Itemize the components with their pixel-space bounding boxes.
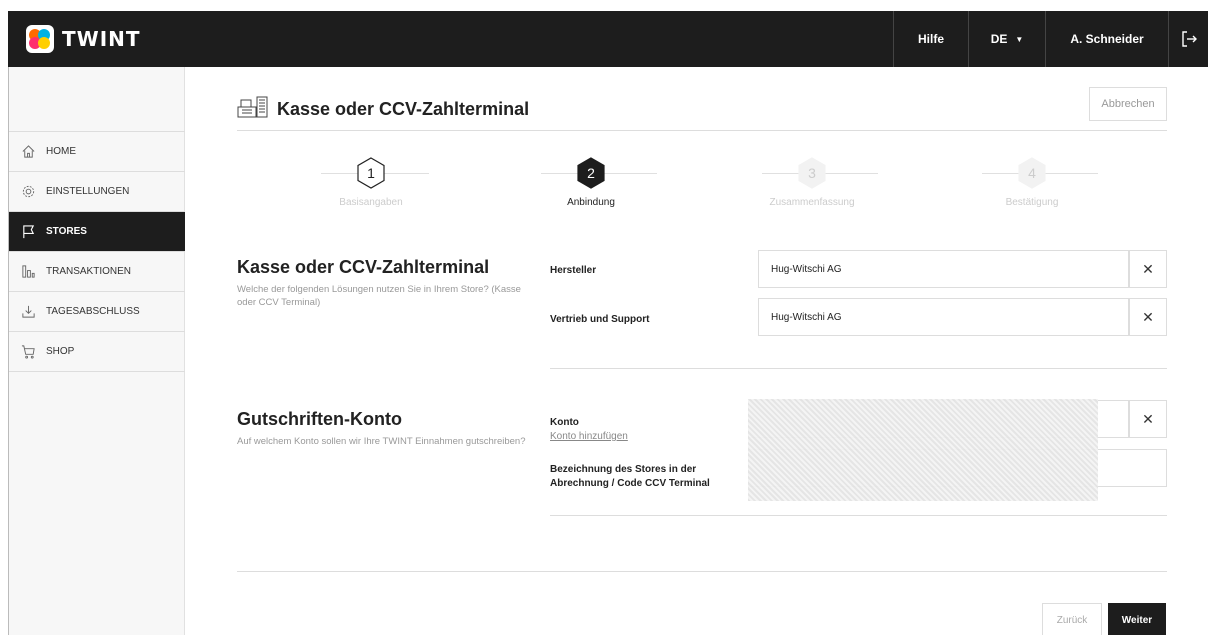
sidebar-item-stores[interactable]: STORES — [9, 212, 185, 252]
twint-logo-icon — [26, 25, 54, 53]
close-icon: ✕ — [1142, 308, 1154, 325]
download-icon — [20, 304, 36, 320]
sidebar: HOME EINSTELLUNGEN STORES TRANSAKTIONEN … — [9, 67, 185, 635]
clear-account-button[interactable]: ✕ — [1129, 400, 1167, 438]
cart-icon — [20, 344, 36, 360]
clear-manufacturer-button[interactable]: ✕ — [1129, 250, 1167, 288]
help-link[interactable]: Hilfe — [893, 11, 968, 67]
next-button[interactable]: Weiter — [1108, 603, 1166, 635]
sidebar-nav: HOME EINSTELLUNGEN STORES TRANSAKTIONEN … — [9, 131, 185, 372]
section-title-account: Gutschriften-Konto — [237, 409, 402, 429]
sidebar-item-label: TAGESABSCHLUSS — [46, 306, 140, 317]
step-2-badge: 2 — [577, 157, 605, 189]
step-1: 1 Basisangaben — [301, 157, 441, 208]
section-description-terminal: Welche der folgenden Lösungen nutzen Sie… — [237, 284, 521, 308]
step-2: 2 Anbindung — [521, 157, 661, 208]
clear-support-button[interactable]: ✕ — [1129, 298, 1167, 336]
manufacturer-field[interactable]: Hug-Witschi AG — [758, 250, 1129, 288]
section-divider — [550, 368, 1167, 369]
step-number: 1 — [367, 165, 375, 181]
page-title: Kasse oder CCV-Zahlterminal — [277, 99, 530, 119]
step-label: Zusammenfassung — [769, 197, 855, 208]
manufacturer-label: Hersteller — [550, 265, 597, 276]
redacted-overlay — [748, 399, 1098, 501]
add-account-link[interactable]: Konto hinzufügen — [550, 431, 628, 442]
support-field[interactable]: Hug-Witschi AG — [758, 298, 1129, 336]
step-label: Bestätigung — [1005, 197, 1059, 208]
close-icon: ✕ — [1142, 260, 1154, 277]
support-label: Vertrieb und Support — [550, 314, 650, 325]
step-3-badge: 3 — [798, 157, 826, 189]
cancel-button[interactable]: Abbrechen — [1089, 87, 1167, 121]
sidebar-item-einstellungen[interactable]: EINSTELLUNGEN — [9, 172, 185, 212]
section-title-terminal: Kasse oder CCV-Zahlterminal — [237, 257, 490, 277]
account-label: Konto — [550, 417, 579, 428]
sidebar-item-label: HOME — [46, 146, 76, 157]
logout-button[interactable] — [1168, 11, 1208, 67]
page-header: Kasse oder CCV-Zahlterminal Abbrechen — [237, 85, 1167, 131]
section-description-account: Auf welchem Konto sollen wir Ihre TWINT … — [237, 436, 526, 447]
footer-divider — [237, 571, 1167, 572]
step-1-badge: 1 — [357, 157, 385, 189]
step-4: 4 Bestätigung — [962, 157, 1102, 208]
step-number: 3 — [808, 165, 816, 181]
brand-name: TWINT — [62, 27, 141, 51]
home-icon — [20, 144, 36, 160]
top-bar: TWINT Hilfe DE ▼ A. Schneider — [8, 11, 1208, 67]
sidebar-item-tagesabschluss[interactable]: TAGESABSCHLUSS — [9, 292, 185, 332]
gear-icon — [20, 184, 36, 200]
sidebar-item-label: SHOP — [46, 346, 75, 357]
sidebar-item-label: TRANSAKTIONEN — [46, 266, 132, 277]
main-content: Kasse oder CCV-Zahlterminal Abbrechen 1 … — [185, 67, 1208, 635]
sidebar-item-transaktionen[interactable]: TRANSAKTIONEN — [9, 252, 185, 292]
sidebar-item-label: EINSTELLUNGEN — [46, 186, 130, 197]
sidebar-item-label: STORES — [46, 226, 87, 237]
bar-chart-icon — [20, 264, 36, 280]
back-button[interactable]: Zurück — [1042, 603, 1102, 635]
top-nav: Hilfe DE ▼ A. Schneider — [893, 11, 1208, 67]
step-number: 4 — [1028, 165, 1036, 181]
sidebar-item-shop[interactable]: SHOP — [9, 332, 185, 372]
step-4-badge: 4 — [1018, 157, 1046, 189]
section-divider — [550, 515, 1167, 516]
step-3: 3 Zusammenfassung — [742, 157, 882, 208]
step-label: Anbindung — [567, 197, 615, 208]
flag-icon — [20, 224, 36, 240]
cash-register-icon — [237, 96, 268, 118]
sidebar-item-home[interactable]: HOME — [9, 132, 185, 172]
wizard-stepper: 1 Basisangaben 2 Anbindung 3 Zusammenfas… — [237, 157, 1167, 217]
store-name-label: Bezeichnung des Stores in der Abrechnung… — [550, 464, 710, 489]
step-number: 2 — [587, 165, 595, 181]
close-icon: ✕ — [1142, 410, 1154, 427]
logout-icon — [1181, 31, 1197, 47]
twint-logo[interactable]: TWINT — [26, 25, 141, 53]
language-label: DE — [990, 32, 1008, 46]
language-dropdown[interactable]: DE ▼ — [968, 11, 1045, 67]
step-label: Basisangaben — [339, 197, 403, 208]
caret-down-icon: ▼ — [1015, 34, 1024, 44]
user-menu[interactable]: A. Schneider — [1045, 11, 1168, 67]
